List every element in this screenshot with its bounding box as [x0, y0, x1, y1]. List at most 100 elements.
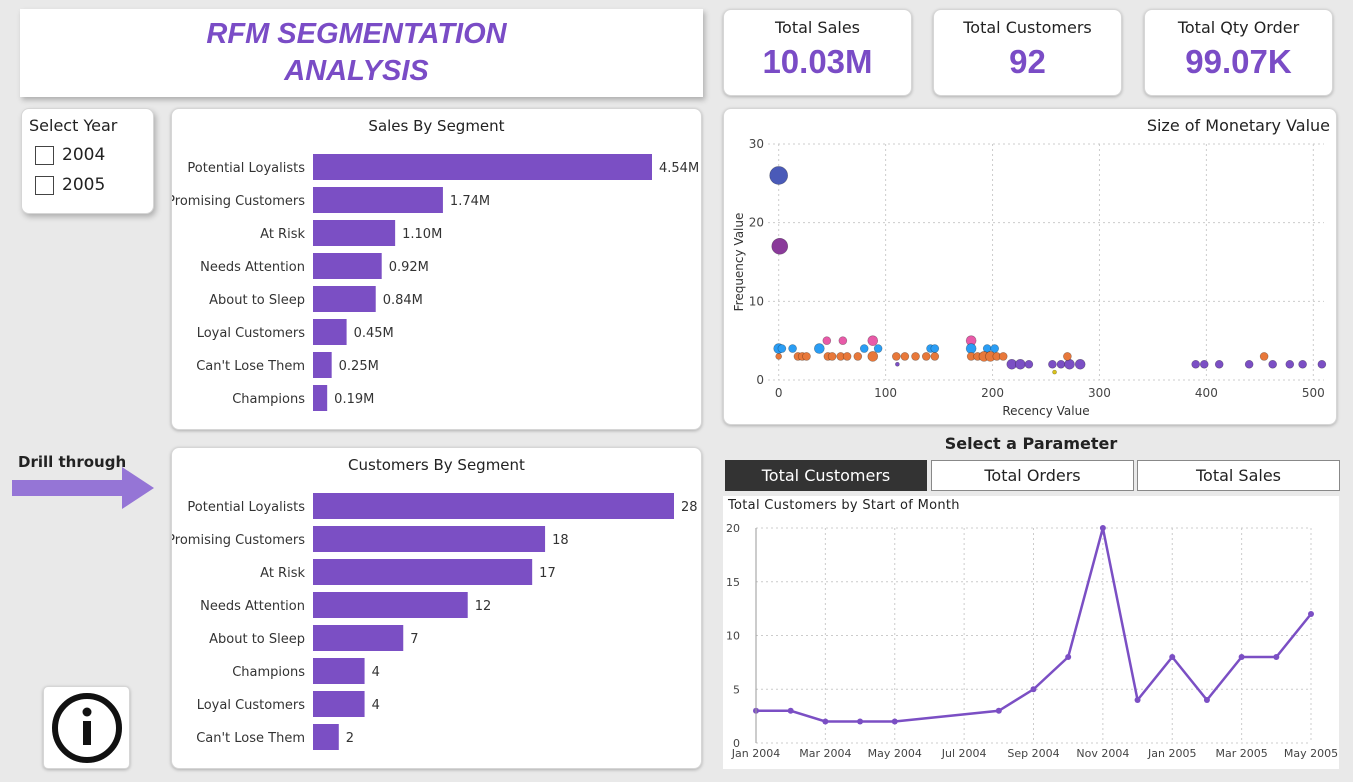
kpi-label: Total Qty Order [1177, 18, 1300, 37]
scatter-point [1048, 359, 1057, 369]
bar [313, 592, 468, 618]
x-tick-label: 500 [1302, 386, 1325, 400]
year-option-label: 2004 [62, 145, 106, 165]
bar-value-label: 17 [539, 566, 556, 581]
scatter-point [911, 352, 920, 361]
x-tick-label: May 2005 [1284, 747, 1338, 760]
bar-value-label: 1.74M [450, 194, 490, 209]
bar-value-label: 0.19M [334, 392, 374, 407]
report-title-card: RFM SEGMENTATION ANALYSIS [20, 9, 703, 97]
y-tick-label: 20 [749, 216, 764, 230]
scatter-point [1199, 359, 1209, 369]
bar-category-label: About to Sleep [209, 293, 305, 308]
bar-value-label: 18 [552, 533, 569, 548]
param-button-total-sales[interactable]: Total Sales [1137, 460, 1340, 491]
year-slicer: Select Year 2004 2005 [21, 108, 154, 214]
bar-category-label: Can't Lose Them [196, 359, 305, 374]
scatter-point [827, 352, 837, 361]
line-point [1134, 697, 1141, 703]
scatter-point [842, 352, 852, 361]
kpi-card-total-qty-order: Total Qty Order 99.07K [1144, 9, 1333, 96]
bar-value-label: 12 [475, 599, 492, 614]
x-tick-label: 200 [981, 386, 1004, 400]
scatter-point [775, 353, 782, 360]
scatter-point [1244, 359, 1254, 369]
y-tick-label: 10 [726, 630, 740, 643]
line-point [1065, 654, 1072, 660]
year-slicer-title: Select Year [29, 116, 118, 135]
y-axis-label: Frequency Value [732, 213, 746, 312]
scatter-point [814, 343, 825, 354]
y-tick-label: 30 [749, 137, 764, 151]
bar-category-label: At Risk [260, 566, 305, 581]
bar [313, 352, 332, 378]
line-point [1308, 611, 1314, 617]
bar-category-label: Potential Loyalists [187, 161, 305, 176]
kpi-value: 10.03M [762, 43, 873, 80]
bar-category-label: Loyal Customers [197, 698, 306, 713]
customers-by-segment-chart: Customers By Segment Potential Loyalists… [171, 447, 702, 769]
param-button-total-orders[interactable]: Total Orders [931, 460, 1134, 491]
scatter-point [1056, 359, 1066, 369]
kpi-label: Total Customers [963, 18, 1092, 37]
scatter-point [892, 352, 901, 361]
x-tick-label: 100 [874, 386, 897, 400]
bar-category-label: Needs Attention [200, 260, 305, 275]
scatter-point [930, 352, 940, 361]
scatter-point [1015, 358, 1026, 370]
x-tick-label: 0 [775, 386, 783, 400]
bar-value-label: 0.92M [389, 260, 429, 275]
line-point [995, 707, 1002, 714]
bar-value-label: 0.25M [339, 359, 379, 374]
x-tick-label: Jul 2004 [941, 747, 987, 760]
scatter-point [1214, 359, 1224, 369]
report-title-line-1: RFM SEGMENTATION [206, 18, 507, 50]
year-option-2005[interactable]: 2005 [35, 175, 153, 195]
year-option-2004[interactable]: 2004 [35, 145, 153, 165]
scatter-point [867, 351, 879, 362]
bar [313, 493, 674, 519]
scatter-point [1317, 359, 1327, 369]
bar [313, 220, 396, 246]
customers-line-chart: Total Customers by Start of Month 0 5 10 15… [723, 496, 1339, 769]
bar-category-label: At Risk [260, 227, 305, 242]
scatter-point [1259, 352, 1269, 361]
scatter-point [1063, 352, 1072, 361]
monetary-scatter-chart: Size of Monetary Value 0 10 20 30 0 100 200 300… [723, 108, 1337, 425]
x-tick-label: Mar 2005 [1216, 747, 1268, 760]
scatter-point [771, 237, 789, 255]
scatter-point [853, 352, 863, 361]
checkbox[interactable] [35, 175, 54, 195]
sales-by-segment-chart: Sales By Segment Potential Loyalists 4.54… [171, 108, 702, 430]
info-button[interactable] [43, 686, 130, 769]
kpi-card-total-sales: Total Sales 10.03M [723, 9, 912, 96]
scatter-svg: 01020300 100 200 300 400 500Recency ValueFreq… [732, 137, 1327, 418]
line-point [1203, 697, 1210, 703]
scatter-point [1064, 358, 1075, 370]
scatter-point [998, 352, 1008, 361]
scatter-point [965, 343, 977, 354]
drill-through-arrow-icon[interactable] [12, 467, 156, 511]
line-point [1030, 686, 1037, 693]
param-button-total-customers[interactable]: Total Customers [725, 460, 927, 491]
kpi-value: 99.07K [1185, 43, 1292, 80]
scatter-point [769, 166, 788, 185]
checkbox[interactable] [35, 145, 54, 165]
bar [313, 286, 376, 312]
x-axis-label: Recency Value [1002, 404, 1089, 418]
line-point [857, 718, 864, 725]
kpi-card-total-customers: Total Customers 92 [933, 9, 1122, 96]
bar-category-label: About to Sleep [209, 632, 305, 647]
bar [313, 724, 339, 750]
bar-category-label: Can't Lose Them [196, 731, 305, 746]
line-point [822, 718, 829, 725]
y-tick-label: 10 [749, 294, 764, 308]
parameter-title: Select a Parameter [944, 434, 1118, 453]
kpi-value: 92 [1009, 43, 1046, 80]
scatter-point [930, 344, 940, 353]
x-tick-label: Mar 2004 [799, 747, 851, 760]
x-tick-label: 400 [1195, 386, 1218, 400]
line-point [1169, 654, 1176, 660]
scatter-point [1052, 369, 1057, 375]
scatter-point [838, 336, 848, 345]
